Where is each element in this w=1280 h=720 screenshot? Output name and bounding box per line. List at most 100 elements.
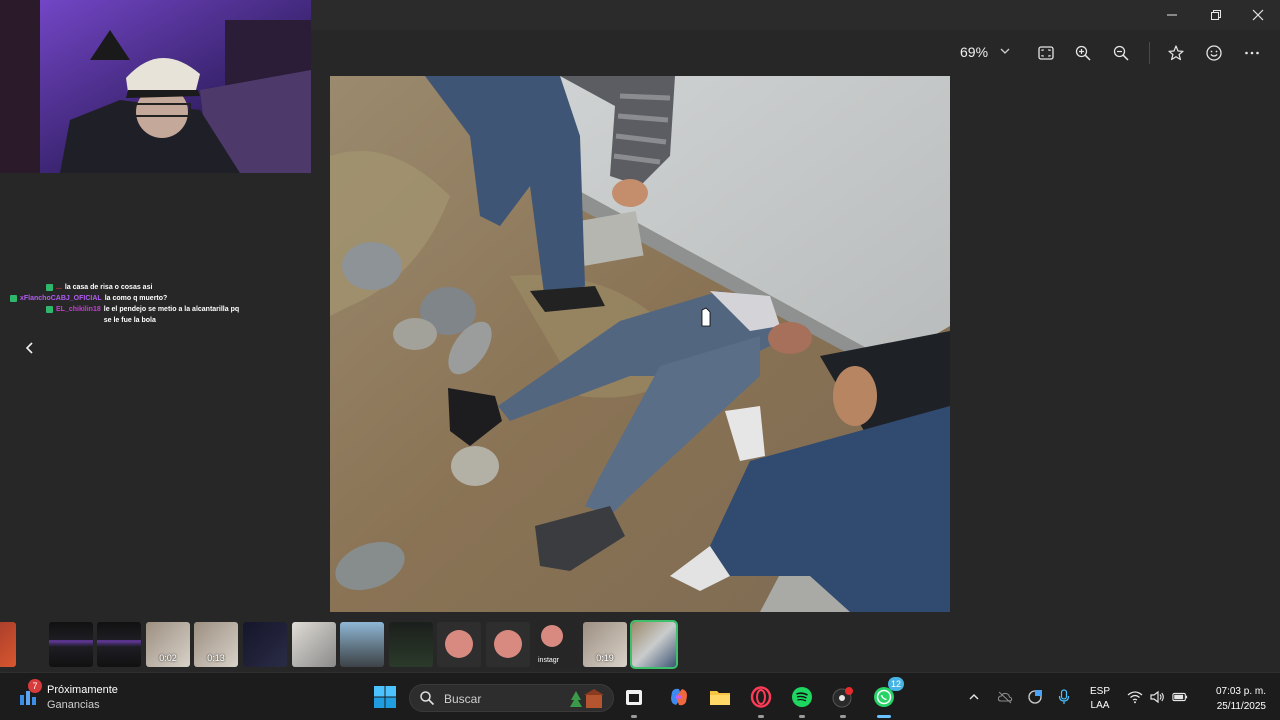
volume-tray-button[interactable]: [1149, 689, 1165, 705]
photos-app-window: 69% ... la casa de risa o cosas asi xFla…: [0, 0, 1280, 720]
favorite-button[interactable]: [1164, 41, 1188, 65]
more-icon: [1245, 51, 1259, 55]
battery-tray-button[interactable]: [1172, 689, 1188, 705]
clock-button[interactable]: 07:03 p. m. 25/11/2025: [1196, 684, 1266, 714]
filmstrip-thumb-current[interactable]: [630, 620, 678, 669]
widgets-button[interactable]: 7 Próximamente Ganancias: [18, 679, 148, 715]
running-indicator: [631, 715, 637, 718]
cloud-off-icon: [997, 691, 1013, 704]
wifi-icon: [1127, 691, 1143, 704]
filmstrip-thumb[interactable]: [437, 622, 481, 667]
search-placeholder: Buscar: [444, 692, 482, 706]
chat-username: xFlanchoCABJ_OFICIAL: [20, 295, 102, 302]
clock-date: 25/11/2025: [1216, 701, 1266, 712]
language-code: ESP: [1089, 686, 1110, 697]
filmstrip-thumb[interactable]: instagr: [535, 622, 579, 667]
zoom-level[interactable]: 69%: [960, 44, 988, 60]
chevron-down-icon[interactable]: [998, 42, 1012, 60]
sync-app-icon: [1028, 690, 1042, 704]
filmstrip-thumb[interactable]: [49, 622, 93, 667]
chat-text: la casa de risa o cosas asi: [64, 284, 153, 291]
video-duration: 0:19: [596, 653, 614, 663]
windows-logo-icon: [374, 686, 396, 708]
minimize-button[interactable]: [1150, 0, 1194, 30]
defender-tray-button[interactable]: [1027, 689, 1043, 705]
filmstrip-thumb[interactable]: 0:13: [194, 622, 238, 667]
filmstrip-thumb[interactable]: [97, 622, 141, 667]
filmstrip-thumb[interactable]: [0, 622, 16, 667]
webcam-overlay: [0, 0, 311, 173]
widget-subtitle: Ganancias: [47, 699, 100, 711]
zoom-in-button[interactable]: [1071, 41, 1095, 65]
webcam-image: [0, 0, 311, 173]
zoom-in-icon: [1075, 45, 1091, 61]
microphone-tray-button[interactable]: [1056, 689, 1072, 705]
restore-button[interactable]: [1194, 0, 1238, 30]
chat-badge-icon: [46, 284, 53, 291]
more-button[interactable]: [1240, 41, 1264, 65]
chat-message: xFlanchoCABJ_OFICIAL la como q muerto?: [10, 293, 260, 304]
taskbar-app-whatsapp[interactable]: 12: [870, 677, 904, 718]
photo-content: [330, 76, 950, 612]
wifi-tray-button[interactable]: [1127, 689, 1143, 705]
spotify-icon: [792, 687, 812, 707]
fit-to-window-button[interactable]: [1034, 41, 1058, 65]
chat-message: EL_chikilin18 le el pendejo se metio a l…: [10, 304, 260, 326]
chat-badge-icon: [46, 306, 53, 313]
filmstrip-thumb[interactable]: [292, 622, 336, 667]
restore-icon: [1211, 10, 1221, 20]
taskbar-app-copilot[interactable]: [665, 683, 693, 711]
zoom-out-button[interactable]: [1109, 41, 1133, 65]
filmstrip-thumb[interactable]: [243, 622, 287, 667]
show-hidden-icons-button[interactable]: [966, 689, 982, 705]
active-indicator: [877, 715, 891, 718]
chat-overlay: ... la casa de risa o cosas asi xFlancho…: [10, 282, 260, 326]
chat-text: le el pendejo se metio a la alcantarilla…: [103, 306, 240, 324]
running-indicator: [758, 715, 764, 718]
recording-app-icon: [832, 687, 853, 708]
notification-badge: 7: [28, 679, 42, 693]
viewer-toolbar: 69%: [950, 36, 1280, 70]
whatsapp-unread-badge: 12: [888, 677, 904, 691]
taskbar-app-opera[interactable]: [747, 683, 775, 718]
smiley-icon: [1206, 45, 1222, 61]
chat-badge-icon: [10, 295, 17, 302]
snipping-tool-icon: [626, 690, 642, 705]
close-icon: [1252, 9, 1264, 21]
feedback-button[interactable]: [1202, 41, 1226, 65]
filmstrip-thumb[interactable]: [340, 622, 384, 667]
input-language-indicator[interactable]: ESP LAA: [1088, 685, 1112, 713]
avatar: [494, 630, 522, 658]
filmstrip: 0:02 0:13 instagr 0:19: [0, 620, 1280, 669]
widget-title: Próximamente: [47, 684, 118, 696]
battery-charging-icon: [1172, 692, 1188, 702]
taskbar-app-spotify[interactable]: [788, 683, 816, 718]
filmstrip-thumb[interactable]: [389, 622, 433, 667]
taskbar-app-file-explorer[interactable]: [706, 683, 734, 711]
taskbar-app-media[interactable]: [829, 683, 857, 718]
copilot-icon: [671, 688, 687, 706]
filmstrip-thumb[interactable]: 0:02: [146, 622, 190, 667]
avatar: [445, 630, 473, 658]
filmstrip-thumb[interactable]: [486, 622, 530, 667]
microphone-icon: [1058, 689, 1070, 704]
displayed-photo[interactable]: [330, 76, 950, 612]
keyboard-layout: LAA: [1090, 700, 1110, 711]
filmstrip-thumb[interactable]: 0:19: [583, 622, 627, 667]
start-button[interactable]: [373, 685, 397, 709]
thumb-label: instagr: [538, 657, 560, 664]
previous-photo-button[interactable]: [18, 336, 42, 360]
video-duration: 0:02: [159, 653, 177, 663]
zoom-out-icon: [1113, 45, 1129, 61]
minimize-icon: [1167, 14, 1177, 16]
favorite-star-icon: [1168, 45, 1184, 61]
fit-to-window-icon: [1038, 46, 1054, 60]
onedrive-tray-button[interactable]: [997, 689, 1013, 705]
close-button[interactable]: [1236, 0, 1280, 30]
taskbar-search[interactable]: Buscar: [409, 684, 614, 712]
chat-text: la como q muerto?: [104, 295, 168, 302]
chat-username: EL_chikilin18: [56, 306, 101, 313]
chat-message: ... la casa de risa o cosas asi: [10, 282, 260, 293]
search-icon: [420, 691, 435, 706]
taskbar-app-screen-snip[interactable]: [620, 683, 648, 718]
